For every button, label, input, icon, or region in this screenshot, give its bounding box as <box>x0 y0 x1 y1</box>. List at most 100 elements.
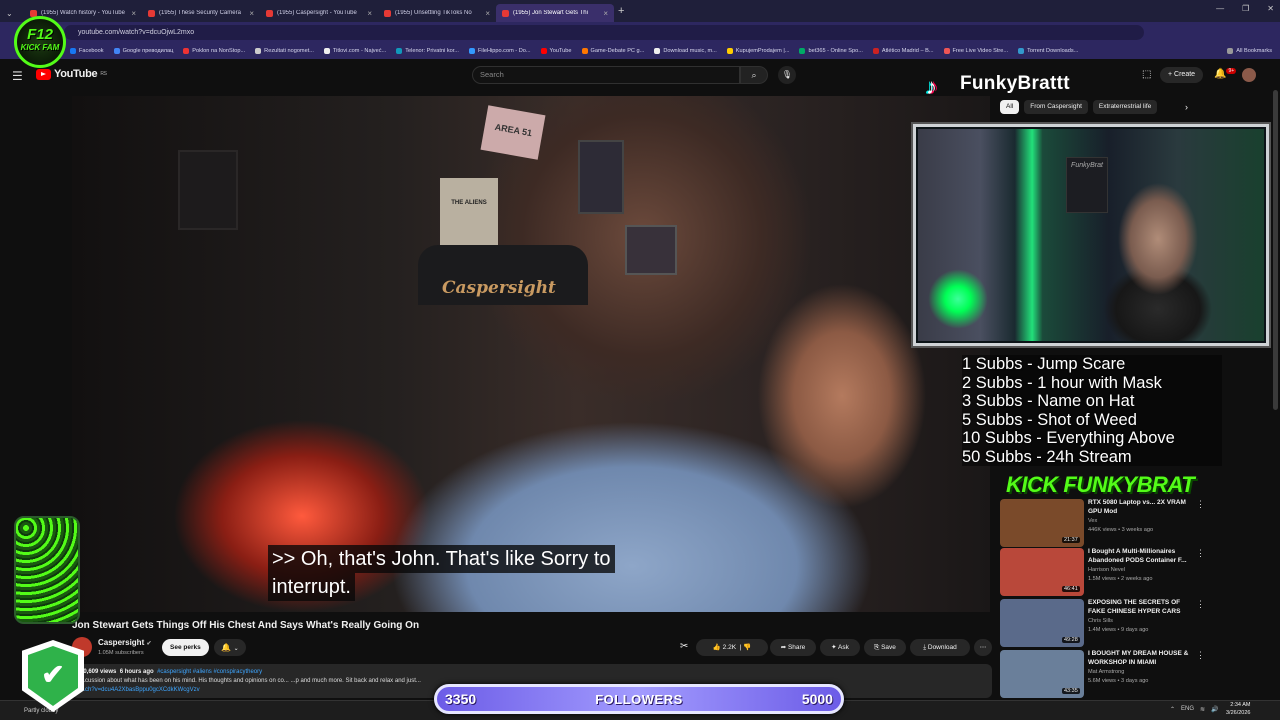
taskbar-clock[interactable]: 2:34 AM 3/26/2026 <box>1226 702 1250 717</box>
youtube-play-icon <box>36 68 51 80</box>
thumbs-down-icon[interactable]: 👎 <box>743 644 751 651</box>
chevron-right-icon[interactable]: › <box>1185 102 1188 112</box>
recommended-video[interactable]: 49:28 EXPOSING THE SECRETS OF FAKE CHINE… <box>1000 599 1270 649</box>
related-filter-chips: All From Caspersight Extraterrestrial li… <box>1000 100 1158 114</box>
chevron-down-icon: ⌄ <box>6 8 13 18</box>
cast-icon[interactable]: ⬚ <box>1142 69 1151 80</box>
neon-light <box>928 269 988 329</box>
all-bookmarks[interactable]: All Bookmarks <box>1227 47 1272 54</box>
bookmark-icon: ⎘ <box>874 644 880 651</box>
bookmark-1[interactable]: Google преводилац <box>113 47 173 54</box>
video-player[interactable]: AREA 51 THE ALIENS Caspersight <box>72 96 990 612</box>
close-icon[interactable]: × <box>367 9 372 18</box>
recommended-video[interactable]: 21:37 RTX 5080 Laptop vs... 2X VRAM GPU … <box>1000 499 1270 549</box>
more-vert-icon[interactable]: ⋮ <box>1196 548 1205 559</box>
youtube-favicon-icon <box>540 47 547 54</box>
more-vert-icon[interactable]: ⋮ <box>1196 499 1205 510</box>
download-icon: ⤓ <box>923 644 927 651</box>
recommended-video[interactable]: 46:41 I Bought A Multi-Millionaires Aban… <box>1000 548 1270 598</box>
url-field[interactable]: youtube.com/watch?v=dcuOjwL2mxo <box>64 25 1144 40</box>
bookmark-11[interactable]: bet365 - Online Spo... <box>799 47 863 54</box>
window-controls: — ❐ ✕ <box>1216 4 1274 13</box>
bookmark-6[interactable]: FileHippo.com - Do... <box>468 47 531 54</box>
system-tray: ⌃ ENG ≋ 🔊 <box>1170 706 1219 713</box>
see-perks-button[interactable]: See perks <box>162 639 209 656</box>
search-button[interactable]: ⌕ <box>740 66 768 84</box>
bookmark-favicon-icon <box>1018 47 1025 54</box>
bell-icon: 🔔 <box>221 643 232 652</box>
bookmark-favicon-icon <box>872 47 879 54</box>
more-vert-icon[interactable]: ⋮ <box>1196 650 1205 661</box>
page-scrollbar[interactable] <box>1273 90 1278 410</box>
recommended-video[interactable]: 43:35 I BOUGHT MY DREAM HOUSE & WORKSHOP… <box>1000 650 1270 700</box>
create-button[interactable]: + Create <box>1160 67 1204 83</box>
video-duration: 49:28 <box>1062 637 1080 643</box>
sub-goal-item: 3 Subbs - Name on Hat <box>962 392 1135 410</box>
caption-line: >> Oh, that's John. That's like Sorry to <box>268 545 615 573</box>
maximize-icon[interactable]: ❐ <box>1242 4 1249 13</box>
bookmark-8[interactable]: Game-Debate PC g... <box>581 47 644 54</box>
followers-goal: 5000 <box>801 691 833 707</box>
browser-tab-4[interactable]: (1955) Jon Stewart Gets Thi × <box>496 4 614 22</box>
bookmark-0[interactable]: Facebook <box>70 47 104 54</box>
caption-line: interrupt. <box>268 573 355 601</box>
minimize-icon[interactable]: — <box>1216 4 1224 13</box>
bookmark-4[interactable]: Titlovi.com - Najveć... <box>323 47 386 54</box>
bookmark-13[interactable]: Free Live Video Stre... <box>943 47 1008 54</box>
funkybrat-sign: FunkyBrat <box>1066 157 1108 213</box>
chip-from-caspersight[interactable]: From Caspersight <box>1024 100 1088 114</box>
chip-extraterrestrial-life[interactable]: Extraterrestrial life <box>1092 100 1158 114</box>
user-avatar[interactable] <box>1242 68 1256 82</box>
area51-sign: AREA 51 <box>480 105 546 160</box>
new-tab-plus-icon[interactable]: + <box>618 5 624 17</box>
clip-icon[interactable]: ✂ <box>680 641 688 652</box>
close-window-icon[interactable]: ✕ <box>1267 4 1274 13</box>
share-icon: ➦ <box>780 644 787 651</box>
close-icon[interactable]: × <box>603 9 608 18</box>
browser-tab-1[interactable]: (1955) These Security Camera × <box>142 4 260 22</box>
bookmark-14[interactable]: Torrent Downloads... <box>1018 47 1078 54</box>
tab-search-button[interactable]: ⌄ <box>0 4 24 22</box>
notifications-bell-icon[interactable]: 🔔 9+ <box>1214 68 1237 79</box>
rec-channel: Mat Armstrong <box>1088 669 1125 675</box>
thumbs-up-icon[interactable]: 👍 <box>713 644 721 651</box>
subscriber-count: 1.05M subscribers <box>98 650 144 656</box>
bookmark-3[interactable]: Rezultati nogomet... <box>255 47 314 54</box>
bookmark-2[interactable]: Poklon na NonStop... <box>183 47 245 54</box>
download-button[interactable]: ⤓ Download <box>910 639 970 656</box>
close-icon[interactable]: × <box>131 9 136 18</box>
voice-search-button[interactable]: 🎙 <box>778 66 796 84</box>
browser-tab-3[interactable]: (1955) Unsettling TikToks No × <box>378 4 496 22</box>
bookmark-12[interactable]: Atlético Madrid – B... <box>872 47 934 54</box>
search-input[interactable]: Search <box>472 66 740 84</box>
bookmark-7[interactable]: YouTube <box>540 47 572 54</box>
rec-meta: 446K views • 3 weeks ago <box>1088 527 1154 533</box>
more-actions-button[interactable]: ⋯ <box>974 639 992 656</box>
sub-goal-item: 10 Subbs - Everything Above <box>962 429 1175 447</box>
wall-frame <box>625 225 677 275</box>
followers-current: 3350 <box>445 691 477 707</box>
sub-goal-item: 1 Subbs - Jump Scare <box>962 355 1126 373</box>
channel-name[interactable]: Caspersight ✔ <box>98 638 152 647</box>
more-vert-icon[interactable]: ⋮ <box>1196 599 1205 610</box>
aliens-poster: THE ALIENS <box>440 178 498 250</box>
browser-tab-2[interactable]: (1955) Caspersight - YouTube × <box>260 4 378 22</box>
hamburger-menu-icon[interactable]: ☰ <box>12 69 23 83</box>
share-button[interactable]: ➦ Share <box>770 639 816 656</box>
sparkle-icon: ✦ <box>831 644 837 651</box>
bookmark-9[interactable]: Download music, m... <box>654 47 717 54</box>
youtube-favicon-icon <box>384 9 391 17</box>
save-button[interactable]: ⎘ Save <box>864 639 906 656</box>
ask-button[interactable]: ✦ Ask <box>820 639 860 656</box>
wifi-icon[interactable]: ≋ <box>1200 706 1205 713</box>
close-icon[interactable]: × <box>485 9 490 18</box>
bookmark-5[interactable]: Telenor: Privatni kor... <box>396 47 459 54</box>
subscription-bell-button[interactable]: 🔔 ⌄ <box>214 639 246 656</box>
bookmark-10[interactable]: KupujemProdajem |... <box>726 47 789 54</box>
volume-icon[interactable]: 🔊 <box>1211 706 1218 713</box>
chevron-up-icon[interactable]: ⌃ <box>1170 706 1175 713</box>
close-icon[interactable]: × <box>249 9 254 18</box>
chip-all[interactable]: All <box>1000 100 1020 114</box>
facebook-icon <box>70 47 76 54</box>
youtube-logo[interactable]: YouTube RS <box>36 68 107 80</box>
